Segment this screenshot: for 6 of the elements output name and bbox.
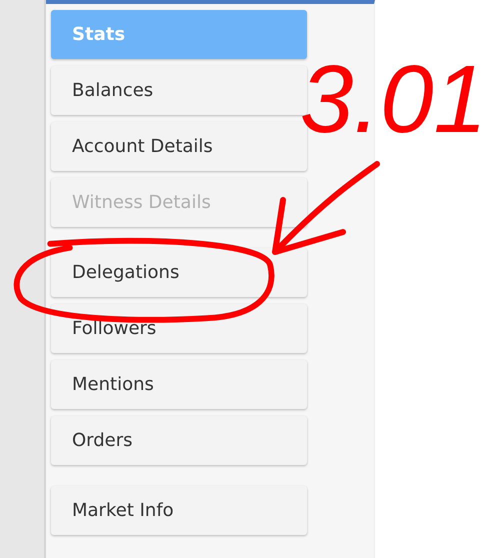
menu-item[interactable]: Balances xyxy=(51,66,307,115)
menu-item[interactable]: Mentions xyxy=(51,360,307,409)
menu-item[interactable]: Followers xyxy=(51,304,307,353)
menu-item[interactable]: Market Info xyxy=(51,486,307,535)
menu-item[interactable]: Delegations xyxy=(51,248,307,297)
menu-item[interactable]: Orders xyxy=(51,416,307,465)
